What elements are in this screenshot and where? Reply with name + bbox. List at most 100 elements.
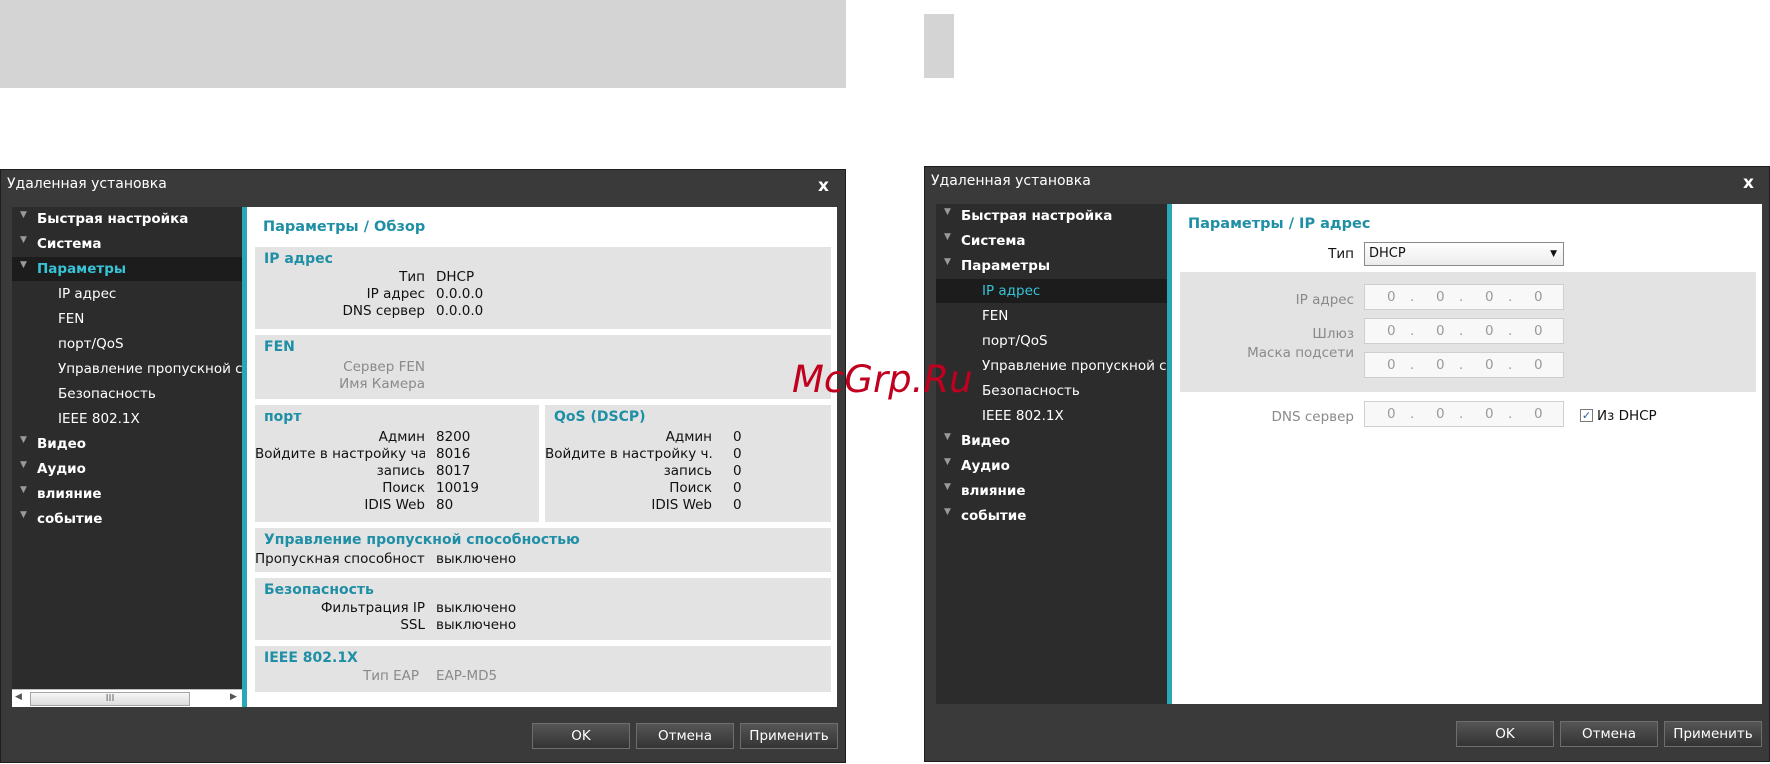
close-icon[interactable]: x (1743, 173, 1754, 193)
expand-triangle-icon: ▼ (20, 260, 27, 270)
expand-triangle-icon: ▼ (944, 257, 951, 267)
scroll-thumb[interactable]: III (30, 692, 190, 706)
static-ip-group: IP адрес 0. 0. 0. 0 Шлюз 0. 0. 0. 0 Маск… (1180, 272, 1756, 392)
tree-item-fen[interactable]: FEN (12, 307, 242, 331)
expand-triangle-icon: ▼ (944, 482, 951, 492)
tree-item-audio[interactable]: ▼ Аудио (936, 454, 1167, 478)
cancel-button[interactable]: Отмена (1560, 721, 1658, 747)
settings-tree: ▼ Быстрая настройка ▼ Система ▼ Параметры I… (936, 204, 1167, 704)
dns-server-label: DNS сервер (1271, 409, 1354, 425)
tree-item-security[interactable]: Безопасность (12, 382, 242, 406)
scroll-left-icon[interactable]: ◀ (15, 692, 22, 702)
close-icon[interactable]: x (818, 176, 829, 196)
ip-address-summary: IP адрес Тип DHCP IP адрес 0.0.0.0 DNS с… (255, 247, 831, 329)
fen-server-row: Сервер FEN (343, 359, 425, 375)
tree-item-ieee-8021x[interactable]: IEEE 802.1X (936, 404, 1167, 428)
section-title: порт (264, 409, 302, 425)
dns-server-field[interactable]: 0. 0. 0. 0 (1364, 401, 1564, 427)
tree-item-bandwidth[interactable]: Управление пропускной способностью (12, 357, 242, 381)
apply-button[interactable]: Применить (740, 723, 838, 749)
ip-filter-row: Фильтрация IP выключено (320, 600, 517, 616)
expand-triangle-icon: ▼ (944, 457, 951, 467)
gateway-field[interactable]: 0. 0. 0. 0 (1364, 318, 1564, 344)
section-title: IEEE 802.1X (264, 650, 358, 666)
bandwidth-row: Пропускная способность выключено (255, 551, 517, 567)
expand-triangle-icon: ▼ (20, 510, 27, 520)
gateway-label: Шлюз (1312, 326, 1354, 342)
page-title: Параметры / Обзор (263, 219, 426, 235)
tree-item-port-qos[interactable]: порт/QoS (936, 329, 1167, 353)
tree-horizontal-scrollbar[interactable]: ◀ III ▶ (12, 689, 242, 707)
eap-type-row: Тип EAP EAP-MD5 (362, 668, 498, 684)
tree-item-parameters[interactable]: ▼ Параметры (12, 257, 242, 281)
tree-item-quick-setup[interactable]: ▼ Быстрая настройка (936, 204, 1167, 228)
section-title: Безопасность (264, 582, 374, 598)
security-summary: Безопасность Фильтрация IP выключено SSL… (255, 578, 831, 640)
tree-item-event[interactable]: ▼ событие (12, 507, 242, 531)
watermark-text: McGrp.Ru (792, 358, 973, 401)
expand-triangle-icon: ▼ (20, 235, 27, 245)
dialog-title: Удаленная установка (7, 176, 167, 192)
section-title: QoS (DSCP) (554, 409, 646, 425)
tree-item-system[interactable]: ▼ Система (12, 232, 242, 256)
tree-item-ieee-8021x[interactable]: IEEE 802.1X (12, 407, 242, 431)
section-title: Управление пропускной способностью (264, 532, 580, 548)
expand-triangle-icon: ▼ (944, 207, 951, 217)
subnet-mask-field[interactable]: 0. 0. 0. 0 (1364, 352, 1564, 378)
remote-setup-dialog-ip: Удаленная установка x ▼ Быстрая настройка… (924, 166, 1770, 762)
section-title: IP адрес (264, 251, 333, 267)
ip-address-field[interactable]: 0. 0. 0. 0 (1364, 284, 1564, 310)
tree-item-port-qos[interactable]: порт/QoS (12, 332, 242, 356)
tree-item-ip-address[interactable]: IP адрес (12, 282, 242, 306)
tree-item-event[interactable]: ▼ событие (936, 504, 1167, 528)
ieee-summary: IEEE 802.1X Тип EAP EAP-MD5 (255, 646, 831, 692)
remote-setup-dialog-overview: Удаленная установка x ▼ Быстрая настройка… (0, 169, 846, 763)
port-admin-row: Админ 8200 (378, 429, 471, 445)
expand-triangle-icon: ▼ (944, 507, 951, 517)
from-dhcp-label: Из DHCP (1597, 408, 1657, 424)
qos-watch-row: Войдите в настройку ч... 0 (545, 446, 742, 462)
port-summary: порт Админ 8200 Войдите в настройку ча..… (255, 405, 539, 522)
top-gray-marker (924, 14, 954, 78)
qos-record-row: запись 0 (663, 463, 742, 479)
expand-triangle-icon: ▼ (944, 232, 951, 242)
port-web-row: IDIS Web 80 (364, 497, 454, 513)
page-title: Параметры / IP адрес (1188, 216, 1371, 232)
fen-summary: FEN Сервер FEN Имя Камера (255, 335, 831, 399)
camera-name-row: Имя Камера (339, 376, 425, 392)
port-record-row: запись 8017 (376, 463, 471, 479)
tree-item-audio[interactable]: ▼ Аудио (12, 457, 242, 481)
tree-item-influence[interactable]: ▼ влияние (936, 479, 1167, 503)
expand-triangle-icon: ▼ (20, 460, 27, 470)
cancel-button[interactable]: Отмена (636, 723, 734, 749)
qos-summary: QoS (DSCP) Админ 0 Войдите в настройку ч… (545, 405, 831, 522)
tree-item-parameters[interactable]: ▼ Параметры (936, 254, 1167, 278)
apply-button[interactable]: Применить (1664, 721, 1762, 747)
tree-item-video[interactable]: ▼ Видео (12, 432, 242, 456)
ok-button[interactable]: OK (532, 723, 630, 749)
ip-address-row: IP адрес 0.0.0.0 (366, 286, 484, 302)
scroll-right-icon[interactable]: ▶ (230, 692, 237, 702)
expand-triangle-icon: ▼ (20, 210, 27, 220)
expand-triangle-icon: ▼ (944, 432, 951, 442)
ssl-row: SSL выключено (400, 617, 517, 633)
tree-item-influence[interactable]: ▼ влияние (12, 482, 242, 506)
dns-server-row: DNS сервер 0.0.0.0 (342, 303, 484, 319)
ip-address-panel: Параметры / IP адрес Тип DHCP ▼ IP адрес… (1172, 204, 1762, 704)
ip-type-select[interactable]: DHCP ▼ (1364, 242, 1564, 266)
top-gray-banner (0, 0, 846, 88)
expand-triangle-icon: ▼ (20, 485, 27, 495)
tree-item-video[interactable]: ▼ Видео (936, 429, 1167, 453)
chevron-down-icon: ▼ (1550, 249, 1557, 259)
from-dhcp-checkbox[interactable]: ✓ (1580, 409, 1593, 422)
tree-item-system[interactable]: ▼ Система (936, 229, 1167, 253)
settings-tree: ▼ Быстрая настройка ▼ Система ▼ Параметры I… (12, 207, 242, 707)
tree-item-ip-address[interactable]: IP адрес (936, 279, 1167, 303)
qos-admin-row: Админ 0 (665, 429, 742, 445)
tree-item-fen[interactable]: FEN (936, 304, 1167, 328)
section-title: FEN (264, 339, 295, 355)
port-search-row: Поиск 10019 (382, 480, 479, 496)
tree-item-quick-setup[interactable]: ▼ Быстрая настройка (12, 207, 242, 231)
ok-button[interactable]: OK (1456, 721, 1554, 747)
type-label: Тип (1328, 246, 1354, 262)
